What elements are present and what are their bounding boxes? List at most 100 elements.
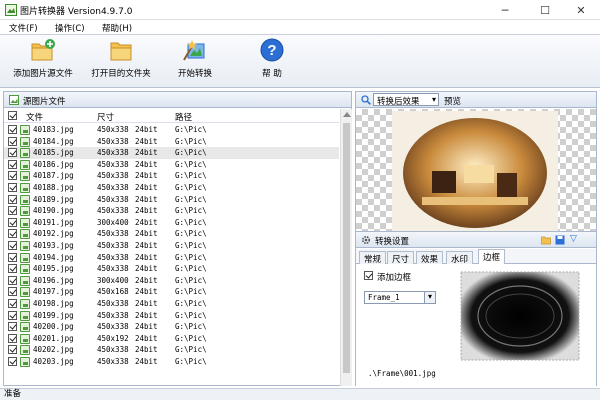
table-row[interactable]: 40197.jpg 450x168 24bit G:\Pic\ [4, 286, 339, 298]
table-row[interactable]: 40193.jpg 450x338 24bit G:\Pic\ [4, 240, 339, 252]
column-header-file[interactable]: 文件 [26, 111, 43, 123]
file-size: 450x192 [97, 333, 129, 343]
row-checkbox[interactable] [8, 264, 17, 274]
row-checkbox[interactable] [8, 241, 17, 250]
image-file-icon [20, 194, 30, 205]
file-name: 40202.jpg [33, 345, 74, 355]
scrollbar-thumb[interactable] [343, 123, 350, 373]
menu-help[interactable]: 帮助(H) [102, 22, 132, 34]
file-name: 40203.jpg [33, 357, 74, 366]
row-checkbox[interactable] [8, 275, 17, 285]
image-file-icon [20, 275, 30, 286]
menu-operation[interactable]: 操作(C) [55, 22, 85, 34]
image-file-icon [20, 252, 30, 263]
table-row[interactable]: 40184.jpg 450x338 24bit G:\Pic\ [4, 136, 339, 148]
table-row[interactable]: 40200.jpg 450x338 24bit G:\Pic\ [4, 321, 339, 333]
file-size: 450x338 [97, 241, 129, 250]
row-checkbox[interactable] [8, 183, 17, 192]
table-row[interactable]: 40201.jpg 450x192 24bit G:\Pic\ [4, 333, 339, 345]
table-row[interactable]: 40188.jpg 450x338 24bit G:\Pic\ [4, 182, 339, 194]
menu-file[interactable]: 文件(F) [9, 22, 38, 34]
row-checkbox[interactable] [8, 252, 17, 262]
row-checkbox[interactable] [8, 357, 17, 366]
file-list: 40183.jpg 450x338 24bit G:\Pic\ 40184.jpg 450… [4, 123, 339, 386]
magnifier-icon [361, 95, 371, 105]
table-row[interactable]: 40196.jpg 300x400 24bit G:\Pic\ [4, 275, 339, 287]
frame-select[interactable]: Frame_1 ▾ [364, 291, 436, 304]
file-bitdepth: 24bit [135, 345, 158, 355]
table-row[interactable]: 40194.jpg 450x338 24bit G:\Pic\ [4, 252, 339, 264]
file-path: G:\Pic\ [175, 241, 207, 250]
row-checkbox[interactable] [8, 322, 17, 332]
row-checkbox[interactable] [8, 310, 17, 320]
settings-title: 转换设置 [375, 237, 410, 247]
select-all-checkbox[interactable] [8, 111, 17, 120]
add-border-checkbox[interactable] [364, 271, 373, 280]
close-button[interactable]: ✕ [562, 0, 600, 20]
row-checkbox[interactable] [8, 159, 17, 169]
file-list-scrollbar[interactable] [340, 109, 352, 386]
tab-effects[interactable]: 效果 [416, 251, 444, 265]
file-bitdepth: 24bit [135, 194, 158, 204]
row-checkbox[interactable] [8, 171, 17, 181]
tab-size[interactable]: 尺寸 [387, 251, 415, 265]
table-row[interactable]: 40187.jpg 450x338 24bit G:\Pic\ [4, 170, 339, 182]
row-checkbox[interactable] [8, 136, 17, 146]
row-checkbox[interactable] [8, 299, 17, 308]
row-checkbox[interactable] [8, 206, 17, 216]
tab-border[interactable]: 边框 [478, 249, 506, 265]
save-icon[interactable] [555, 235, 565, 245]
image-file-icon [20, 322, 30, 333]
row-checkbox[interactable] [8, 229, 17, 239]
table-row[interactable]: 40202.jpg 450x338 24bit G:\Pic\ [4, 344, 339, 356]
row-checkbox[interactable] [8, 148, 17, 158]
column-header-path[interactable]: 路径 [175, 111, 192, 123]
table-row[interactable]: 40186.jpg 450x338 24bit G:\Pic\ [4, 159, 339, 171]
table-row[interactable]: 40203.jpg 450x338 24bit G:\Pic\ [4, 356, 339, 368]
table-row[interactable]: 40199.jpg 450x338 24bit G:\Pic\ [4, 310, 339, 322]
tab-general[interactable]: 常规 [359, 251, 387, 265]
file-name: 40192.jpg [33, 229, 74, 239]
image-file-icon [20, 241, 30, 251]
file-size: 450x338 [97, 264, 129, 274]
row-checkbox[interactable] [8, 217, 17, 227]
image-file-icon [20, 148, 30, 159]
table-row[interactable]: 40183.jpg 450x338 24bit G:\Pic\ [4, 124, 339, 136]
image-file-icon [20, 310, 30, 321]
scroll-up-arrow-icon[interactable] [343, 112, 351, 117]
row-checkbox[interactable] [8, 345, 17, 355]
table-row[interactable]: 40195.jpg 450x338 24bit G:\Pic\ [4, 263, 339, 275]
table-row[interactable]: 40198.jpg 450x338 24bit G:\Pic\ [4, 298, 339, 310]
table-row[interactable]: 40185.jpg 450x338 24bit G:\Pic\ [4, 147, 339, 159]
preview-mode-dropdown[interactable]: 转换后效果 ▾ [373, 93, 439, 107]
file-size: 450x338 [97, 345, 129, 355]
table-row[interactable]: 40189.jpg 450x338 24bit G:\Pic\ [4, 194, 339, 206]
add-source-button[interactable]: 添加图片源文件 [10, 38, 76, 86]
row-checkbox[interactable] [8, 333, 17, 343]
file-name: 40198.jpg [33, 299, 74, 308]
row-checkbox[interactable] [8, 194, 17, 204]
maximize-button[interactable]: ☐ [526, 0, 564, 20]
row-checkbox[interactable] [8, 287, 17, 297]
table-row[interactable]: 40191.jpg 300x400 24bit G:\Pic\ [4, 217, 339, 229]
start-convert-button[interactable]: 开始转换 [170, 38, 220, 86]
file-bitdepth: 24bit [135, 299, 158, 308]
column-header-size[interactable]: 尺寸 [97, 111, 114, 123]
file-bitdepth: 24bit [135, 125, 158, 134]
image-file-icon [20, 229, 30, 240]
image-file-icon [20, 299, 30, 309]
minimize-button[interactable]: ─ [486, 0, 524, 20]
tab-watermark[interactable]: 水印 [446, 251, 474, 265]
file-name: 40184.jpg [33, 136, 74, 146]
svg-text:?: ? [267, 42, 276, 59]
table-row[interactable]: 40192.jpg 450x338 24bit G:\Pic\ [4, 228, 339, 240]
open-folder-icon[interactable] [541, 235, 551, 245]
open-destination-button[interactable]: 打开目的文件夹 [88, 38, 154, 86]
help-button[interactable]: ? 帮 助 [250, 38, 294, 86]
collapse-chevron-icon[interactable]: ▽ [570, 234, 577, 244]
folder-icon [110, 42, 132, 61]
row-checkbox[interactable] [8, 125, 17, 134]
table-row[interactable]: 40190.jpg 450x338 24bit G:\Pic\ [4, 205, 339, 217]
file-size: 300x400 [97, 275, 129, 285]
file-path: G:\Pic\ [175, 357, 207, 366]
